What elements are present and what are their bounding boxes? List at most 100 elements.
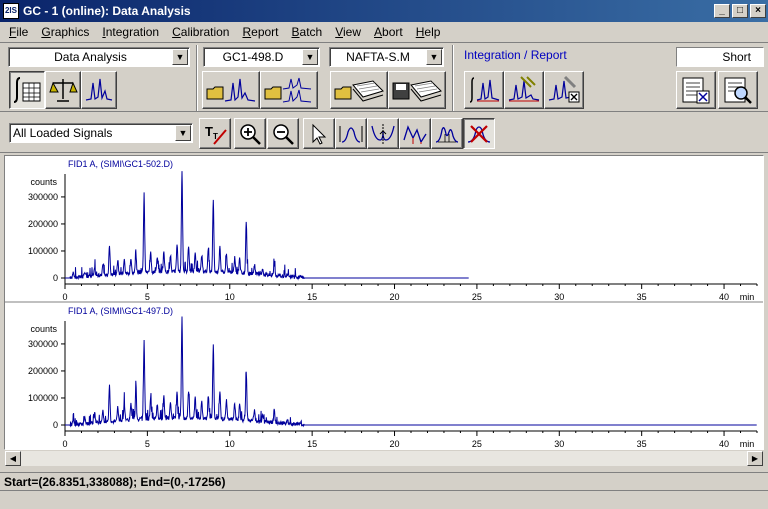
method-select[interactable]: NAFTA-S.M ▼ <box>329 47 444 67</box>
magnify-report-icon <box>724 77 752 104</box>
x-tick-label: 30 <box>554 292 564 302</box>
split-peak-icon <box>371 123 395 144</box>
title-bar: 2IS GC - 1 (online): Data Analysis _ □ × <box>0 0 768 22</box>
y-axis-label: counts <box>30 324 57 334</box>
integration-group-label: Integration / Report <box>464 48 567 62</box>
minimize-button[interactable]: _ <box>714 4 730 18</box>
integral-table-icon <box>13 77 41 103</box>
chevron-down-icon[interactable]: ▼ <box>426 49 442 65</box>
scales-icon <box>49 79 78 102</box>
pointer-icon <box>312 123 327 145</box>
scroll-left-button[interactable]: ◀ <box>5 451 21 466</box>
menu-report[interactable]: Report <box>236 25 285 39</box>
app-icon[interactable]: 2IS <box>3 3 19 19</box>
signal-trace <box>65 171 469 281</box>
save-method-button[interactable] <box>388 71 446 109</box>
x-tick-label: 15 <box>307 439 317 449</box>
x-tick-label: 40 <box>719 292 729 302</box>
chromatogram-panel-2: FID1 A, (SIMI\GC1-497.D)counts0100000200… <box>28 306 758 449</box>
zoom-out-icon <box>273 123 294 145</box>
datafile-select[interactable]: GC1-498.D ▼ <box>203 47 320 67</box>
y-tick-label: 300000 <box>28 339 58 349</box>
toolbar-separator <box>452 45 454 111</box>
x-axis-unit: min <box>740 439 755 449</box>
menu-integration[interactable]: Integration <box>96 25 166 39</box>
menu-batch[interactable]: Batch <box>286 25 330 39</box>
open-signal-icon <box>206 78 256 102</box>
main-toolbar: Data Analysis ▼ GC1-498.D ▼ NAFTA-S.M ▼ … <box>0 42 768 112</box>
chart-title: FID1 A, (SIMI\GC1-502.D) <box>68 159 173 169</box>
x-tick-label: 5 <box>145 439 150 449</box>
signals-select[interactable]: All Loaded Signals ▼ <box>9 123 193 143</box>
open-method-icon <box>334 80 384 102</box>
delete-peak-button[interactable] <box>463 118 495 149</box>
annotate-text-button[interactable]: T T <box>199 118 231 149</box>
negative-peak-button[interactable] <box>399 118 431 149</box>
chromatogram-icon <box>85 78 113 101</box>
zoom-in-button[interactable] <box>234 118 266 149</box>
x-axis-unit: min <box>740 292 755 302</box>
calibration-view-button[interactable] <box>45 71 81 109</box>
horizontal-scrollbar[interactable]: ◀ ▶ <box>4 450 764 467</box>
x-tick-label: 20 <box>390 292 400 302</box>
x-tick-label: 25 <box>472 292 482 302</box>
tangent-skim-button[interactable] <box>431 118 463 149</box>
y-tick-label: 300000 <box>28 192 58 202</box>
auto-integrate-button[interactable] <box>504 71 544 109</box>
report-style-field[interactable]: Short <box>676 47 764 67</box>
draw-baseline-button[interactable] <box>335 118 367 149</box>
zoom-out-button[interactable] <box>267 118 299 149</box>
scroll-right-button[interactable]: ▶ <box>747 451 763 466</box>
y-tick-label: 100000 <box>28 246 58 256</box>
chevron-down-icon[interactable]: ▼ <box>302 49 318 65</box>
drop-line-icon <box>403 124 427 144</box>
x-tick-label: 25 <box>472 439 482 449</box>
report-button[interactable] <box>676 71 716 109</box>
x-tick-label: 5 <box>145 292 150 302</box>
overlay-signal-button[interactable] <box>260 71 318 109</box>
split-peak-button[interactable] <box>367 118 399 149</box>
maximize-button[interactable]: □ <box>732 4 748 18</box>
x-tick-label: 20 <box>390 439 400 449</box>
zoom-in-icon <box>240 123 261 145</box>
signal-trace <box>65 316 757 428</box>
data-analysis-view-button[interactable] <box>9 71 45 109</box>
menu-graphics[interactable]: Graphics <box>35 25 96 39</box>
chevron-down-icon[interactable]: ▼ <box>172 49 188 65</box>
x-tick-label: 10 <box>225 292 235 302</box>
menu-calibration[interactable]: Calibration <box>166 25 236 39</box>
chromatogram-area[interactable]: FID1 A, (SIMI\GC1-502.D) counts 0 100000 20 0… <box>4 155 764 450</box>
status-bar-secondary <box>0 490 768 509</box>
load-method-button[interactable] <box>330 71 388 109</box>
signals-select-value: All Loaded Signals <box>13 126 113 140</box>
integrate-icon <box>469 77 500 103</box>
menu-abort[interactable]: Abort <box>368 25 410 39</box>
x-tick-label: 15 <box>307 292 317 302</box>
close-button[interactable]: × <box>750 4 766 18</box>
integrate-events-icon <box>508 76 540 102</box>
text-tool-icon: T T <box>205 124 227 145</box>
menu-file[interactable]: File <box>3 25 35 39</box>
x-tick-label: 35 <box>637 292 647 302</box>
view-select-value: Data Analysis <box>54 50 127 64</box>
y-axis-label: counts <box>30 177 57 187</box>
toolbar-separator <box>196 45 198 111</box>
clear-integration-button[interactable] <box>544 71 584 109</box>
chromatogram-plot[interactable]: FID1 A, (SIMI\GC1-502.D) counts 0 100000 20 0… <box>5 156 763 449</box>
signal-view-button[interactable] <box>81 71 117 109</box>
svg-text:T: T <box>205 124 213 139</box>
select-pointer-button[interactable] <box>303 118 335 149</box>
preview-report-button[interactable] <box>718 71 758 109</box>
peak-baseline-icon <box>339 125 363 143</box>
y-tick-label: 0 <box>53 273 58 283</box>
menu-help[interactable]: Help <box>410 25 448 39</box>
chevron-down-icon[interactable]: ▼ <box>175 125 191 141</box>
x-tick-label: 0 <box>62 292 67 302</box>
load-signal-button[interactable] <box>202 71 260 109</box>
integrate-button[interactable] <box>464 71 504 109</box>
menu-view[interactable]: View <box>329 25 368 39</box>
x-tick-label: 10 <box>225 439 235 449</box>
x-tick-label: 40 <box>719 439 729 449</box>
x-tick-label: 0 <box>62 439 67 449</box>
view-select[interactable]: Data Analysis ▼ <box>8 47 190 67</box>
